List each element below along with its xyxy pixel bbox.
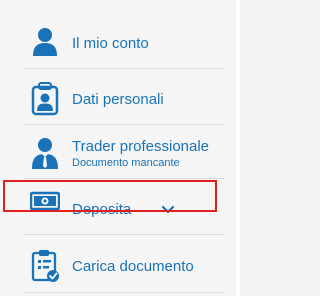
menu-item-professional-trader[interactable]: Trader professionale Documento mancante [0, 132, 236, 176]
menu-item-label: Carica documento [72, 258, 194, 275]
menu-item-my-account[interactable]: Il mio conto [0, 22, 236, 66]
divider [24, 68, 224, 69]
menu-item-personal-data[interactable]: Dati personali [0, 78, 236, 122]
divider [24, 234, 224, 235]
panel-edge [236, 0, 240, 296]
menu-item-upload-document[interactable]: Carica documento [0, 244, 236, 288]
selection-highlight [3, 180, 217, 212]
professional-user-icon [30, 137, 60, 171]
divider [24, 292, 224, 293]
menu-item-label: Trader professionale [72, 138, 210, 155]
account-menu: Il mio conto Dati personali Trader profe… [0, 0, 236, 296]
divider [24, 178, 224, 179]
menu-item-label: Il mio conto [72, 35, 149, 52]
user-icon [30, 26, 60, 60]
id-badge-icon [30, 82, 60, 116]
clipboard-check-icon [30, 249, 60, 283]
menu-item-label: Dati personali [72, 91, 164, 108]
missing-document-note: Documento mancante [72, 157, 180, 169]
divider [24, 124, 224, 125]
